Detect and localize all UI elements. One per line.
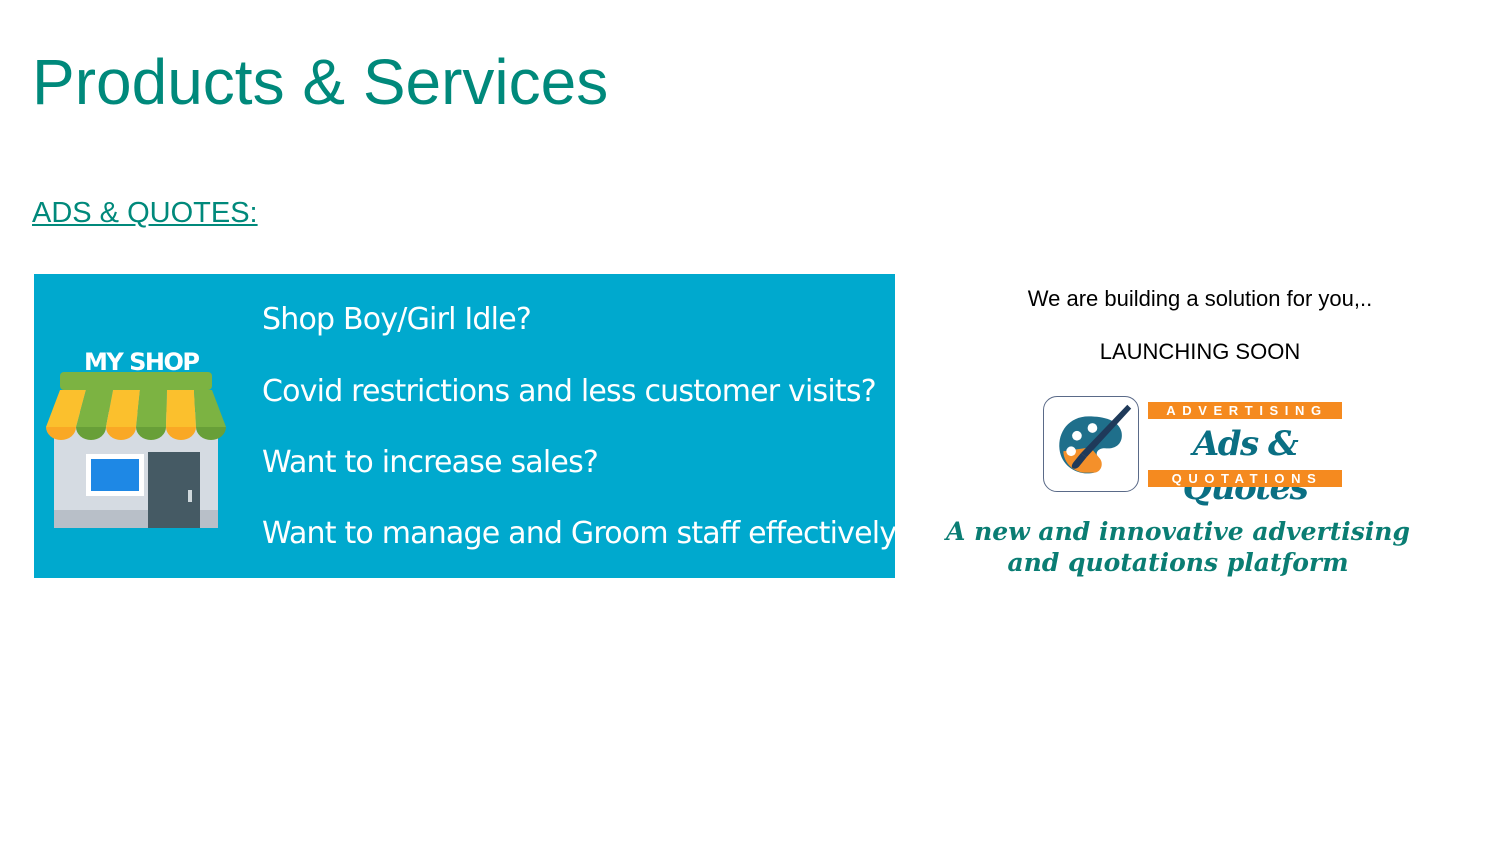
palette-brush-icon xyxy=(1059,404,1132,474)
tagline-line-2: and quotations platform xyxy=(1007,548,1349,577)
question-3: Want to increase sales? xyxy=(262,445,599,480)
logo-advertising-band: ADVERTISING xyxy=(1148,402,1342,419)
ads-quotes-link[interactable]: ADS & QUOTES: xyxy=(32,197,258,230)
tagline: A new and innovative advertising and quo… xyxy=(940,516,1416,578)
ads-quotes-logo: ADVERTISING Ads & Quotes QUOTATIONS xyxy=(1148,400,1342,508)
building-text: We are building a solution for you,.. xyxy=(1027,286,1373,311)
question-1: Shop Boy/Girl Idle? xyxy=(262,302,532,337)
shop-icon xyxy=(46,372,226,528)
question-2: Covid restrictions and less customer vis… xyxy=(262,374,877,409)
promo-banner: MY SHOP Shop Boy/Girl Idle? Covid restri… xyxy=(34,274,912,578)
launching-soon-text: LAUNCHING SOON xyxy=(1099,339,1301,364)
logo-script-text: Ads & Quotes xyxy=(1182,424,1309,508)
question-4: Want to manage and Groom staff effective… xyxy=(262,516,912,551)
logo-quotations-band: QUOTATIONS xyxy=(1148,470,1342,487)
tagline-line-1: A new and innovative advertising xyxy=(946,517,1410,546)
page-title: Products & Services xyxy=(32,46,609,118)
app-icon xyxy=(1043,396,1139,492)
